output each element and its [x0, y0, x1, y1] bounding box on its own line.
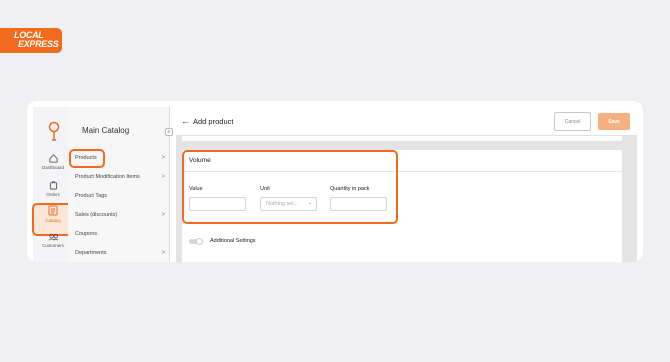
rail-item-dashboard[interactable]: Dashboard [33, 154, 73, 170]
catalog-item-label: Departments [75, 250, 107, 256]
toggle-knob [196, 238, 203, 245]
additional-settings-label: Additional Settings [210, 238, 256, 244]
save-button[interactable]: Save [598, 113, 630, 130]
bag-icon [49, 181, 57, 190]
chevron-right-icon: > [161, 250, 165, 256]
catalog-sidebar: Main Catalog ≡ Products > Product Modifi… [68, 107, 173, 262]
catalog-item-label: Products [75, 155, 97, 161]
catalog-item-label: Product Modification Items [75, 174, 140, 180]
logo-line-2: EXPRESS [18, 39, 59, 49]
catalog-item-coupons[interactable]: Coupons [75, 231, 165, 237]
collapse-icon[interactable]: ≡ [165, 128, 173, 136]
volume-highlight [182, 150, 398, 224]
catalog-item-product-modification-items[interactable]: Product Modification Items > [75, 174, 165, 180]
catalog-item-products[interactable]: Products > [75, 155, 165, 161]
volume-section: Volume Value Unit Nothing sel... ⌄ Quant… [182, 150, 622, 262]
catalog-item-product-tags[interactable]: Product Tags [75, 193, 165, 199]
rail-label-customers: Customers [42, 243, 64, 248]
local-express-logo: LOCAL EXPRESS [0, 28, 62, 53]
customers-icon [48, 233, 58, 241]
brand-pin-icon [48, 121, 60, 141]
catalog-item-label: Coupons [75, 231, 98, 237]
rail-label-orders: Orders [46, 192, 60, 197]
rail-item-catalog[interactable]: Catalog [33, 205, 73, 223]
back-arrow-icon[interactable]: ← [181, 116, 190, 126]
page-title: Add product [193, 117, 234, 126]
catalog-item-departments[interactable]: Departments > [75, 250, 165, 256]
chevron-right-icon: > [161, 212, 165, 218]
catalog-item-label: Product Tags [75, 193, 108, 199]
cancel-button[interactable]: Cancel [554, 112, 591, 131]
app-window: Dashboard Orders Catalog Customers Main … [27, 101, 643, 262]
catalog-title: Main Catalog [82, 126, 130, 135]
rail-item-customers[interactable]: Customers [33, 233, 73, 248]
catalog-item-label: Sales (discounts) [75, 212, 118, 218]
chevron-right-icon: > [161, 155, 165, 161]
page-header: ← Add product Cancel Save [176, 107, 637, 136]
rail-item-orders[interactable]: Orders [33, 180, 73, 197]
chevron-right-icon: > [161, 174, 165, 180]
home-icon [48, 154, 58, 163]
previous-section [182, 136, 622, 141]
additional-settings-toggle[interactable] [189, 238, 203, 245]
catalog-icon [48, 205, 58, 216]
rail-label-dashboard: Dashboard [41, 165, 64, 170]
catalog-item-sales-discounts[interactable]: Sales (discounts) > [75, 212, 165, 218]
main-content: ← Add product Cancel Save Volume Value U… [176, 107, 637, 262]
rail-label-catalog: Catalog [45, 218, 61, 223]
